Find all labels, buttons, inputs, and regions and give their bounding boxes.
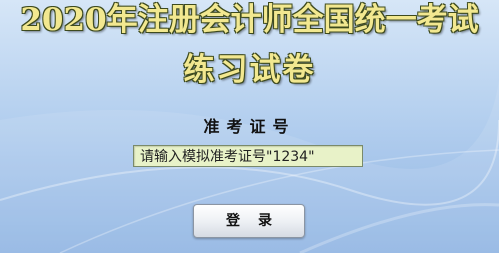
admission-ticket-label: 准考证号: [203, 117, 296, 136]
exam-subtitle: 练习试卷: [183, 52, 316, 88]
exam-title: 2020年注册会计师全国统一考试: [20, 2, 479, 38]
login-button[interactable]: 登录: [193, 204, 305, 238]
admission-ticket-input[interactable]: [133, 145, 363, 167]
